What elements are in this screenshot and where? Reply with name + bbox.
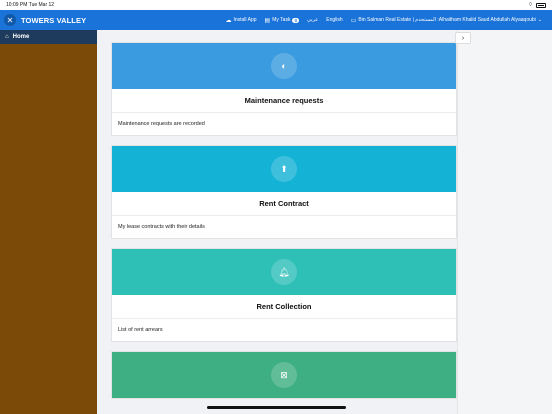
panel-toggle-button[interactable]: › <box>455 32 471 44</box>
close-icon: ✕ <box>6 15 14 25</box>
card-title: Rent Collection <box>112 295 456 319</box>
sidebar-item-label: Home <box>12 34 30 40</box>
card-header: ◐ <box>112 43 456 89</box>
cloud-download-icon: ☁ <box>225 17 232 24</box>
top-navigation-bar: ✕ TOWERS VALLEY ☁ Install App ▤ My Task … <box>0 10 552 30</box>
chevron-down-icon: ⌄ <box>537 17 542 23</box>
english-language-link[interactable]: English <box>326 17 342 23</box>
sidebar: ⌂ Home <box>0 30 97 414</box>
card-partial[interactable]: ⊠ <box>111 351 457 399</box>
card-rent-contract[interactable]: ⬆ Rent Contract My lease contracts with … <box>111 145 457 239</box>
battery-icon <box>536 2 546 8</box>
home-indicator <box>207 406 346 409</box>
my-task-label: My Task <box>272 17 291 23</box>
status-time: 10:09 PM Tue Mar 12 <box>6 2 55 8</box>
user-info-label: Bin Salman Real Estate | المستخدم :Alhai… <box>358 17 536 23</box>
home-icon: ⌂ <box>5 34 9 40</box>
status-bar: 10:09 PM Tue Mar 12 ⌔ <box>0 0 552 10</box>
right-panel <box>457 30 552 414</box>
install-app-label: Install App <box>233 17 257 23</box>
upload-icon: ⬆ <box>271 156 297 182</box>
chevron-right-icon: › <box>461 34 465 42</box>
clock-icon: ◐ <box>271 53 297 79</box>
card-rent-collection[interactable]: 🔔︎ Rent Collection List of rent arrears <box>111 248 457 342</box>
bell-icon: 🔔︎ <box>271 259 297 285</box>
card-header: ⬆ <box>112 146 456 192</box>
wifi-icon: ⌔ <box>528 2 533 8</box>
card-description: List of rent arrears <box>118 327 163 333</box>
id-card-icon: ▭ <box>350 17 357 24</box>
status-icons: ⌔ <box>528 2 546 8</box>
card-title: Rent Contract <box>112 192 456 216</box>
sidebar-item-home[interactable]: ⌂ Home <box>0 30 97 44</box>
card-header: ⊠ <box>112 352 456 398</box>
task-count-badge: 0 <box>292 17 299 23</box>
arabic-language-link[interactable]: عربي <box>307 17 318 23</box>
main-content: ◐ Maintenance requests Maintenance reque… <box>97 30 457 414</box>
card-description: Maintenance requests are recorded <box>118 121 205 127</box>
card-description: My lease contracts with their details <box>118 224 205 230</box>
close-menu-button[interactable]: ✕ <box>4 14 16 26</box>
card-title: Maintenance requests <box>112 89 456 113</box>
grid-icon: ⊠ <box>271 362 297 388</box>
card-maintenance-requests[interactable]: ◐ Maintenance requests Maintenance reque… <box>111 42 457 136</box>
card-header: 🔔︎ <box>112 249 456 295</box>
header-actions: ☁ Install App ▤ My Task 0 عربي English ▭… <box>225 10 542 30</box>
my-task-button[interactable]: ▤ My Task 0 <box>265 17 299 24</box>
user-account-menu[interactable]: ▭ Bin Salman Real Estate | المستخدم :Alh… <box>351 17 542 24</box>
task-list-icon: ▤ <box>264 17 271 24</box>
install-app-button[interactable]: ☁ Install App <box>225 17 256 24</box>
app-brand-title: TOWERS VALLEY <box>21 15 87 25</box>
